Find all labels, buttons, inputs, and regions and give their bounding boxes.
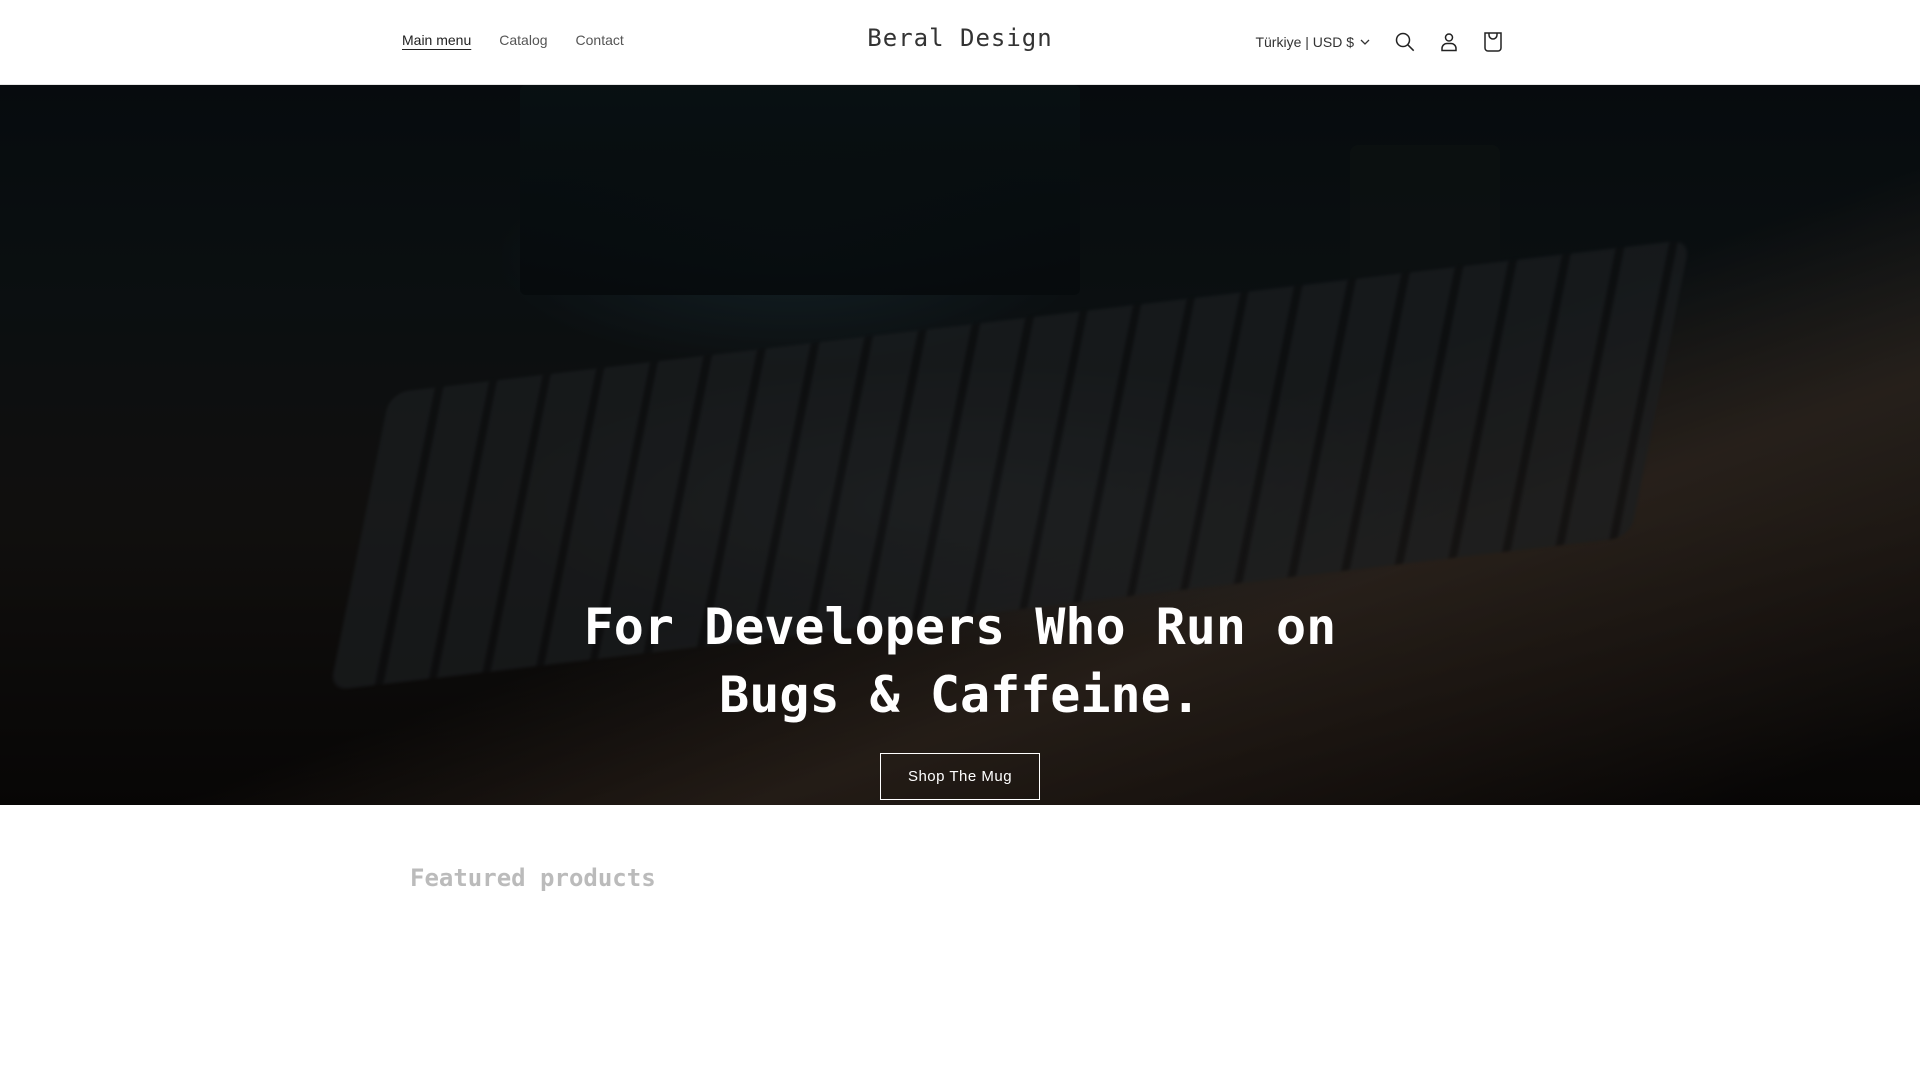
featured-products-heading: Featured products xyxy=(410,864,656,892)
site-header: Main menu Catalog Contact Beral Design T… xyxy=(0,0,1920,85)
search-icon[interactable] xyxy=(1390,27,1420,57)
hero-title-line-2: Bugs & Caffeine. xyxy=(719,666,1201,724)
header-actions: Türkiye | USD $ xyxy=(1255,22,1508,62)
cart-icon[interactable] xyxy=(1478,27,1508,57)
hero-title-line-1: For Developers Who Run on xyxy=(583,598,1337,656)
chevron-down-icon xyxy=(1360,39,1370,45)
locale-label: Türkiye | USD $ xyxy=(1255,34,1354,50)
hero-banner: For Developers Who Run on Bugs & Caffein… xyxy=(0,85,1920,805)
shop-the-mug-button[interactable]: Shop The Mug xyxy=(880,753,1040,800)
locale-selector[interactable]: Türkiye | USD $ xyxy=(1255,34,1370,50)
account-icon[interactable] xyxy=(1434,27,1464,57)
hero-title: For Developers Who Run on Bugs & Caffein… xyxy=(0,593,1920,729)
site-logo[interactable]: Beral Design xyxy=(0,24,1920,52)
